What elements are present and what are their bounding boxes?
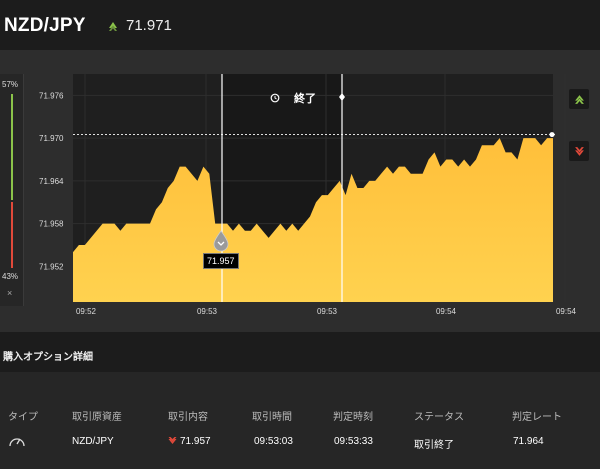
y-axis: 71.976 71.970 71.964 71.958 71.952	[39, 91, 64, 271]
options-table: タイプ 取引原資産 取引内容 取引時間 判定時刻 ステータス 判定レート NZD…	[0, 372, 600, 469]
gauge-top-pct: 57%	[2, 80, 19, 89]
header-judge-rate: 判定レート	[512, 412, 562, 423]
row-time: 09:53:03	[254, 436, 293, 447]
header-time: 取引時間	[252, 412, 292, 423]
gauge-icon	[9, 438, 25, 447]
header-judge-time: 判定時刻	[333, 412, 373, 423]
y-tick-label: 71.958	[39, 220, 64, 229]
gauge-green-bar	[11, 94, 13, 200]
y-tick-label: 71.952	[39, 262, 64, 271]
row-content-value: 71.957	[180, 436, 211, 447]
down-arrow-icon	[168, 437, 177, 444]
x-tick-label: 09:53	[197, 307, 218, 316]
gauge-red-bar	[11, 202, 13, 268]
x-tick-label: 09:52	[76, 307, 97, 316]
expiry-label: 終了	[270, 90, 316, 106]
header-status: ステータス	[414, 412, 464, 423]
history-icon	[270, 93, 280, 103]
entry-marker-icon[interactable]	[212, 230, 230, 252]
row-status: 取引終了	[414, 440, 454, 451]
section-title: 購入オプション詳細	[3, 352, 93, 363]
gauge-bottom-pct: 43%	[2, 272, 19, 281]
down-arrow-icon	[574, 146, 584, 156]
x-tick-label: 09:53	[317, 307, 338, 316]
row-asset: NZD/JPY	[72, 436, 114, 447]
section-header: 購入オプション詳細	[0, 332, 600, 372]
y-tick-label: 71.964	[39, 177, 64, 186]
header-content: 取引内容	[168, 412, 208, 423]
y-tick-label: 71.970	[39, 134, 64, 143]
x-axis: 09:52 09:53 09:53 09:54 09:54	[76, 307, 577, 316]
header-type: タイプ	[8, 412, 38, 423]
gauge-close-button[interactable]: ×	[7, 288, 12, 298]
x-tick-label: 09:54	[436, 307, 457, 316]
y-tick-label: 71.976	[39, 91, 64, 100]
entry-price-tag: 71.957	[203, 253, 239, 269]
header-asset: 取引原資産	[72, 412, 122, 423]
current-rate-dot	[549, 132, 555, 138]
up-arrow-icon	[574, 94, 584, 104]
expiry-text: 終了	[294, 93, 316, 105]
sentiment-gauge: 57% 43% ×	[0, 74, 24, 306]
x-tick-label: 09:54	[556, 307, 577, 316]
price-chart: 71.97671.97071.96471.95871.952 09:52 09:5…	[39, 74, 577, 316]
high-button[interactable]	[569, 89, 589, 109]
low-button[interactable]	[569, 141, 589, 161]
row-content: 71.957	[168, 436, 211, 447]
row-judge-time: 09:53:33	[334, 436, 373, 447]
row-judge-rate: 71.964	[513, 436, 544, 447]
